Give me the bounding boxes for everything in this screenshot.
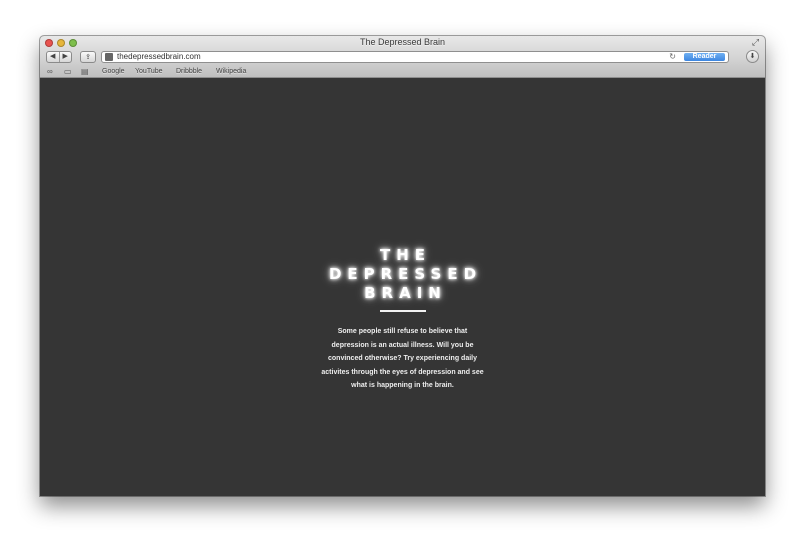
intro-description: Some people still refuse to believe that… bbox=[321, 328, 484, 390]
fullscreen-icon[interactable]: ⤢ bbox=[751, 38, 760, 47]
share-button[interactable]: ⇪ bbox=[80, 51, 96, 63]
logo-line-depressed: DEPRESSED bbox=[328, 265, 483, 283]
downloads-button[interactable]: ⬇ bbox=[746, 50, 759, 63]
forward-button[interactable]: ▶ bbox=[58, 52, 72, 62]
download-icon: ⬇ bbox=[749, 53, 756, 60]
site-logo: THE DEPRESSED BRAIN bbox=[40, 246, 765, 303]
reader-button[interactable]: Reader bbox=[684, 53, 725, 61]
address-bar[interactable]: thedepressedbrain.com ↻ Reader bbox=[101, 51, 729, 63]
share-icon: ⇪ bbox=[85, 54, 91, 61]
reload-icon[interactable]: ↻ bbox=[669, 52, 676, 62]
navigation-buttons: ◀ ▶ bbox=[46, 51, 72, 63]
browser-chrome: The Depressed Brain ⤢ ◀ ▶ ⇪ thedepressed… bbox=[40, 36, 765, 78]
bookmark-google[interactable]: Google bbox=[102, 66, 125, 77]
browser-window: The Depressed Brain ⤢ ◀ ▶ ⇪ thedepressed… bbox=[40, 36, 765, 496]
top-sites-icon[interactable]: ∞ bbox=[47, 66, 53, 77]
logo-line-the: THE bbox=[379, 246, 432, 264]
url-text[interactable]: thedepressedbrain.com bbox=[117, 52, 201, 62]
site-favicon-icon bbox=[105, 53, 113, 61]
bookmark-wikipedia[interactable]: Wikipedia bbox=[216, 66, 246, 77]
bookmarks-bar: ∞ ▭ ▤ Google YouTube Dribbble Wikipedia bbox=[40, 66, 765, 77]
bookmark-dribbble[interactable]: Dribbble bbox=[176, 66, 202, 77]
bookmark-youtube[interactable]: YouTube bbox=[135, 66, 163, 77]
back-button[interactable]: ◀ bbox=[47, 52, 59, 62]
bookmarks-grid-icon[interactable]: ▤ bbox=[81, 66, 89, 77]
page-content: THE DEPRESSED BRAIN Some people still re… bbox=[40, 78, 765, 496]
browser-toolbar: ◀ ▶ ⇪ thedepressedbrain.com ↻ Reader ⬇ bbox=[40, 50, 765, 66]
logo-divider bbox=[380, 310, 426, 312]
title-bar: The Depressed Brain ⤢ bbox=[40, 36, 765, 50]
forward-arrow-icon: ▶ bbox=[62, 53, 68, 60]
reading-list-icon[interactable]: ▭ bbox=[64, 66, 72, 77]
window-title: The Depressed Brain bbox=[359, 37, 446, 47]
back-arrow-icon: ◀ bbox=[50, 53, 56, 60]
logo-line-brain: BRAIN bbox=[364, 284, 447, 302]
